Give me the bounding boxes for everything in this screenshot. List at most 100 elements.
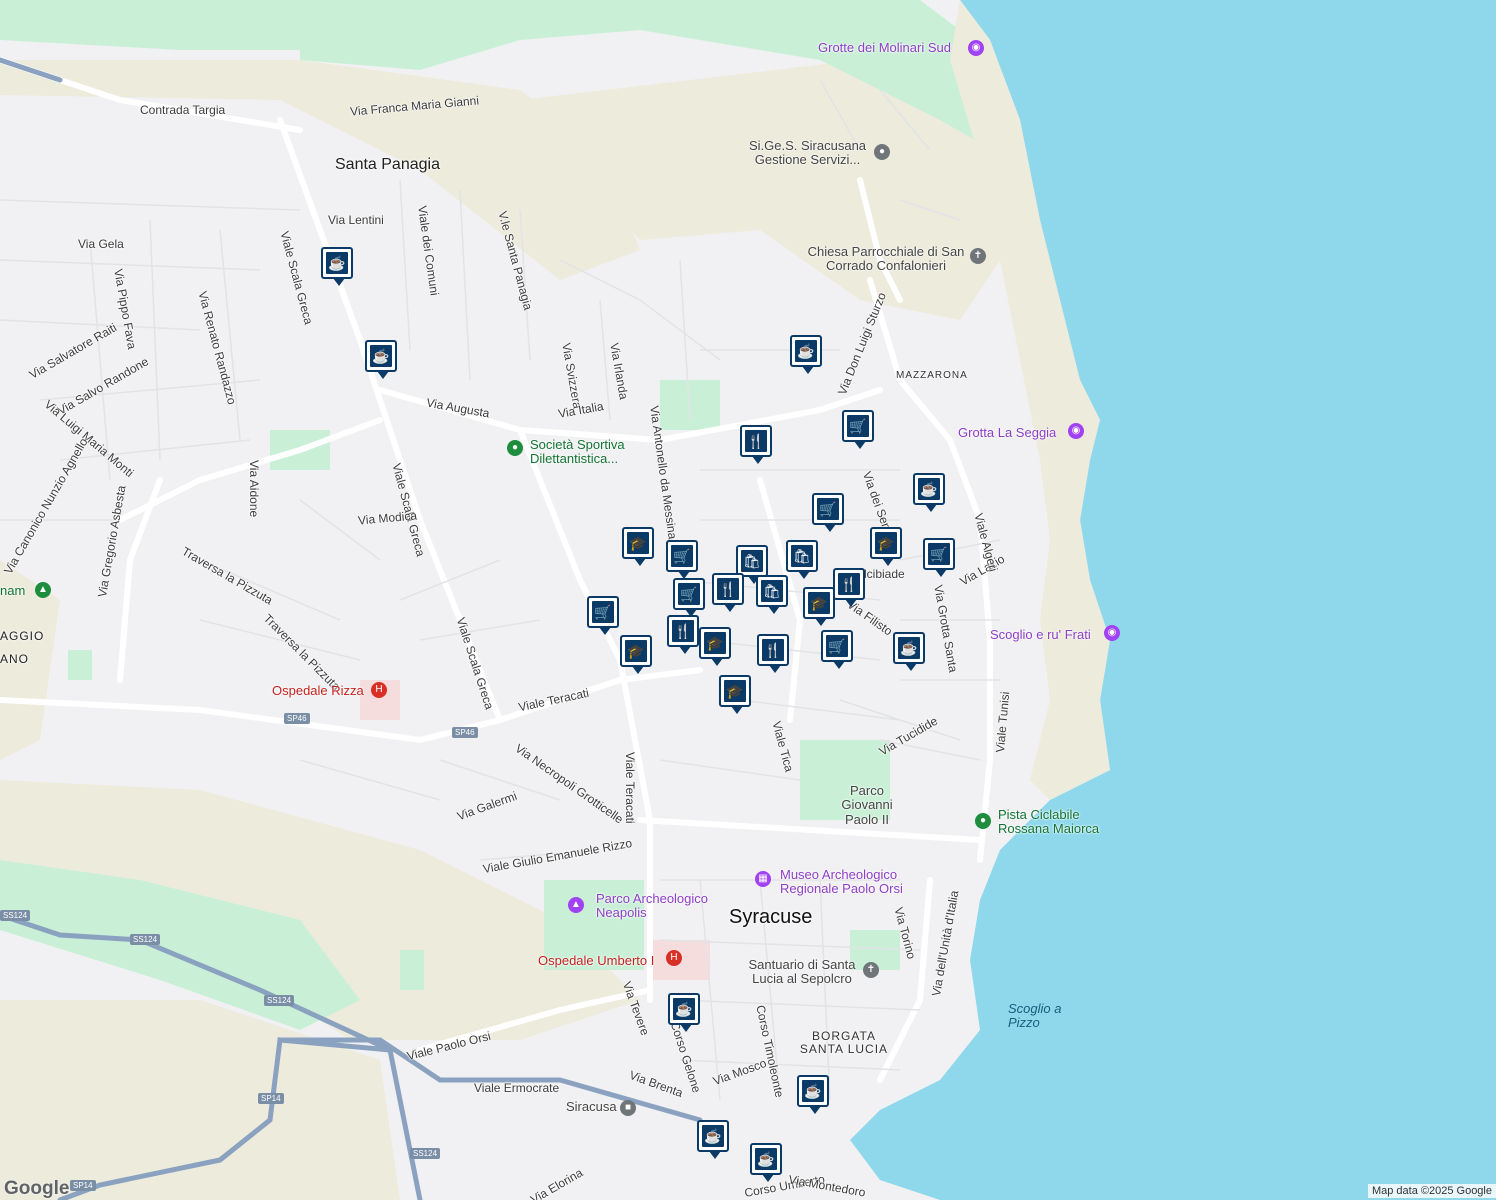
- street-label: Via Gela: [78, 237, 124, 251]
- street-label: Via Aidone: [247, 460, 261, 518]
- area-label: Santa Panagia: [335, 156, 440, 173]
- restaurant-marker[interactable]: 🍴: [740, 425, 772, 464]
- poi-label: Pista Ciclabile Rossana Maiorca: [998, 807, 1100, 837]
- attraction-icon[interactable]: ◉: [968, 40, 984, 56]
- road-shield: SP46: [284, 713, 310, 724]
- poi-label: Società Sportiva Dilettantistica...: [530, 437, 625, 467]
- poi-label: Grotta La Seggia: [958, 425, 1057, 440]
- road-shield: SS124: [0, 910, 31, 921]
- poi-label: Chiesa Parrocchiale di San Corrado Confa…: [807, 244, 965, 274]
- shopping-marker[interactable]: 🛍: [756, 575, 788, 614]
- park-area: [68, 650, 92, 680]
- poi-label: Si.Ge.S. Siracusana Gestione Servizi...: [748, 138, 867, 168]
- attraction-icon[interactable]: ◉: [1104, 625, 1120, 641]
- shopping-marker[interactable]: 🛍: [786, 540, 818, 579]
- cafe-marker[interactable]: ☕: [321, 247, 353, 286]
- cafe-marker[interactable]: ☕: [750, 1143, 782, 1182]
- poi-label: Parco Giovanni Paolo II: [841, 783, 893, 827]
- sports-club-icon[interactable]: ●: [507, 440, 523, 456]
- cafe-icon: ☕: [755, 1148, 777, 1170]
- school-marker[interactable]: 🎓: [803, 587, 835, 626]
- road-shield: SP46: [452, 727, 478, 738]
- service-icon[interactable]: ●: [874, 144, 890, 160]
- grocery-marker[interactable]: 🛒: [812, 493, 844, 532]
- cafe-marker[interactable]: ☕: [797, 1075, 829, 1114]
- restaurant-icon: 🍴: [838, 573, 860, 595]
- restaurant-icon: 🍴: [745, 430, 767, 452]
- bike-path-icon[interactable]: ●: [975, 813, 991, 829]
- poi-label: Scoglio e ru' Frati: [990, 627, 1091, 642]
- grocery-marker[interactable]: 🛒: [673, 578, 705, 617]
- road-shield: SS124: [410, 1148, 441, 1159]
- hospital-icon[interactable]: H: [371, 682, 387, 698]
- park-icon[interactable]: ▲: [568, 897, 584, 913]
- poi-label: Ospedale Rizza: [272, 683, 364, 698]
- hospital-icon[interactable]: H: [666, 950, 682, 966]
- restaurant-marker[interactable]: 🍴: [712, 573, 744, 612]
- school-marker[interactable]: 🎓: [620, 635, 652, 674]
- cart-icon: 🛒: [671, 545, 693, 567]
- map-canvas[interactable]: ● ● ✝ ◉ ◉ ◉ ● H H ▦ ▲ ✝ ■ ▲ SP46 SP46 SS…: [0, 0, 1496, 1200]
- cafe-icon: ☕: [326, 252, 348, 274]
- park-icon[interactable]: ▲: [35, 582, 51, 598]
- school-marker[interactable]: 🎓: [699, 627, 731, 666]
- cafe-marker[interactable]: ☕: [790, 335, 822, 374]
- park-area: [660, 380, 720, 430]
- restaurant-icon: 🍴: [672, 620, 694, 642]
- cafe-marker[interactable]: ☕: [668, 993, 700, 1032]
- graduation-cap-icon: 🎓: [627, 532, 649, 554]
- poi-label: Parco Archeologico Neapolis: [596, 891, 709, 921]
- restaurant-icon: 🍴: [717, 578, 739, 600]
- restaurant-marker[interactable]: 🍴: [757, 634, 789, 673]
- church-icon[interactable]: ✝: [970, 248, 986, 264]
- road-shield: SP14: [258, 1093, 284, 1104]
- graduation-cap-icon: 🎓: [704, 632, 726, 654]
- graduation-cap-icon: 🎓: [724, 680, 746, 702]
- cafe-icon: ☕: [370, 345, 392, 367]
- church-icon[interactable]: ✝: [863, 962, 879, 978]
- cafe-marker[interactable]: ☕: [697, 1120, 729, 1159]
- cafe-icon: ☕: [795, 340, 817, 362]
- grocery-marker[interactable]: 🛒: [842, 410, 874, 449]
- poi-label: Siracusa: [566, 1099, 617, 1114]
- google-logo: Google: [4, 1178, 70, 1199]
- shopping-bag-icon: 🛍: [791, 545, 813, 567]
- cafe-icon: ☕: [802, 1080, 824, 1102]
- map-attribution[interactable]: Map data ©2025 Google: [1367, 1184, 1496, 1198]
- district-label: MAZZARONA: [896, 370, 968, 381]
- city-label: Syracuse: [729, 906, 813, 928]
- attraction-icon[interactable]: ◉: [1068, 423, 1084, 439]
- train-station-icon[interactable]: ■: [620, 1100, 636, 1116]
- school-marker[interactable]: 🎓: [719, 675, 751, 714]
- poi-label: Ospedale Umberto I: [538, 953, 655, 968]
- grocery-marker[interactable]: 🛒: [587, 596, 619, 635]
- grocery-marker[interactable]: 🛒: [923, 538, 955, 577]
- restaurant-marker[interactable]: 🍴: [667, 615, 699, 654]
- district-label: BORGATA SANTA LUCIA: [799, 1029, 889, 1057]
- poi-label: Santuario di Santa Lucia al Sepolcro: [748, 957, 856, 987]
- cafe-icon: ☕: [898, 637, 920, 659]
- museum-icon[interactable]: ▦: [755, 871, 771, 887]
- school-marker[interactable]: 🎓: [870, 527, 902, 566]
- school-marker[interactable]: 🎓: [622, 527, 654, 566]
- cafe-marker[interactable]: ☕: [893, 632, 925, 671]
- cart-icon: 🛒: [592, 601, 614, 623]
- cafe-marker[interactable]: ☕: [365, 340, 397, 379]
- cart-icon: 🛒: [678, 583, 700, 605]
- grocery-marker[interactable]: 🛒: [666, 540, 698, 579]
- poi-label: Museo Archeologico Regionale Paolo Orsi: [780, 867, 903, 897]
- cafe-marker[interactable]: ☕: [913, 473, 945, 512]
- area-label: AGGIO: [0, 629, 45, 643]
- shopping-bag-icon: 🛍: [741, 550, 763, 572]
- street-label: Via Lentini: [328, 213, 384, 227]
- cart-icon: 🛒: [847, 415, 869, 437]
- cafe-icon: ☕: [702, 1125, 724, 1147]
- restaurant-marker[interactable]: 🍴: [833, 568, 865, 607]
- graduation-cap-icon: 🎓: [808, 592, 830, 614]
- grocery-marker[interactable]: 🛒: [821, 630, 853, 669]
- cart-icon: 🛒: [817, 498, 839, 520]
- cafe-icon: ☕: [673, 998, 695, 1020]
- poi-label: Grotte dei Molinari Sud: [818, 40, 951, 55]
- water-label: Scoglio a Pizzo: [1008, 1001, 1062, 1031]
- park-area: [400, 950, 424, 990]
